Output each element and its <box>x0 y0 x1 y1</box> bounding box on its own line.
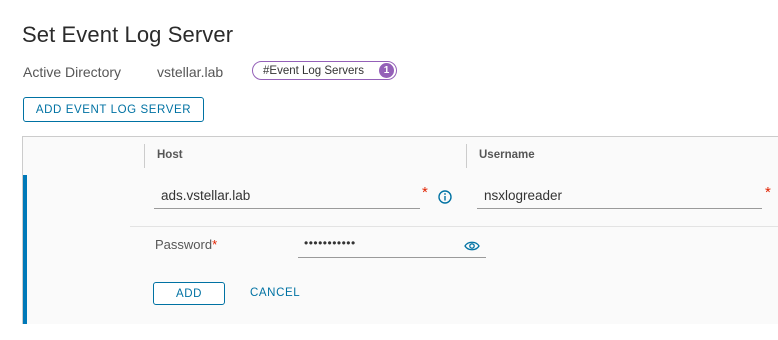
column-header-username[interactable]: Username <box>479 149 535 161</box>
username-input[interactable]: nsxlogreader <box>477 188 762 209</box>
badge-count: 1 <box>379 63 394 78</box>
column-separator[interactable] <box>144 144 145 168</box>
column-header-host[interactable]: Host <box>157 149 183 161</box>
page-title: Set Event Log Server <box>22 22 234 47</box>
event-log-servers-badge[interactable]: #Event Log Servers 1 <box>252 61 397 80</box>
row-selected-accent <box>23 175 27 324</box>
badge-label: #Event Log Servers <box>263 64 365 77</box>
domain-label: vstellar.lab <box>157 64 224 80</box>
grid-header: Host Username <box>23 137 778 176</box>
host-input[interactable]: ads.vstellar.lab <box>154 188 420 209</box>
password-label-text: Password <box>155 237 213 252</box>
add-button[interactable]: ADD <box>153 282 225 305</box>
column-separator[interactable] <box>466 144 467 168</box>
password-label: Password* <box>155 237 217 252</box>
add-event-log-server-button[interactable]: ADD EVENT LOG SERVER <box>23 97 204 122</box>
event-log-server-grid: Host Username <box>22 136 778 324</box>
cancel-button[interactable]: CANCEL <box>250 287 300 299</box>
row-divider <box>130 226 778 227</box>
directory-type-label: Active Directory <box>23 64 122 80</box>
host-required-marker: * <box>422 184 428 201</box>
password-input[interactable]: ••••••••••• <box>298 236 486 258</box>
eye-icon[interactable] <box>464 240 480 252</box>
username-required-marker: * <box>765 184 771 201</box>
info-icon[interactable] <box>438 190 452 204</box>
password-required-marker: * <box>212 237 218 252</box>
